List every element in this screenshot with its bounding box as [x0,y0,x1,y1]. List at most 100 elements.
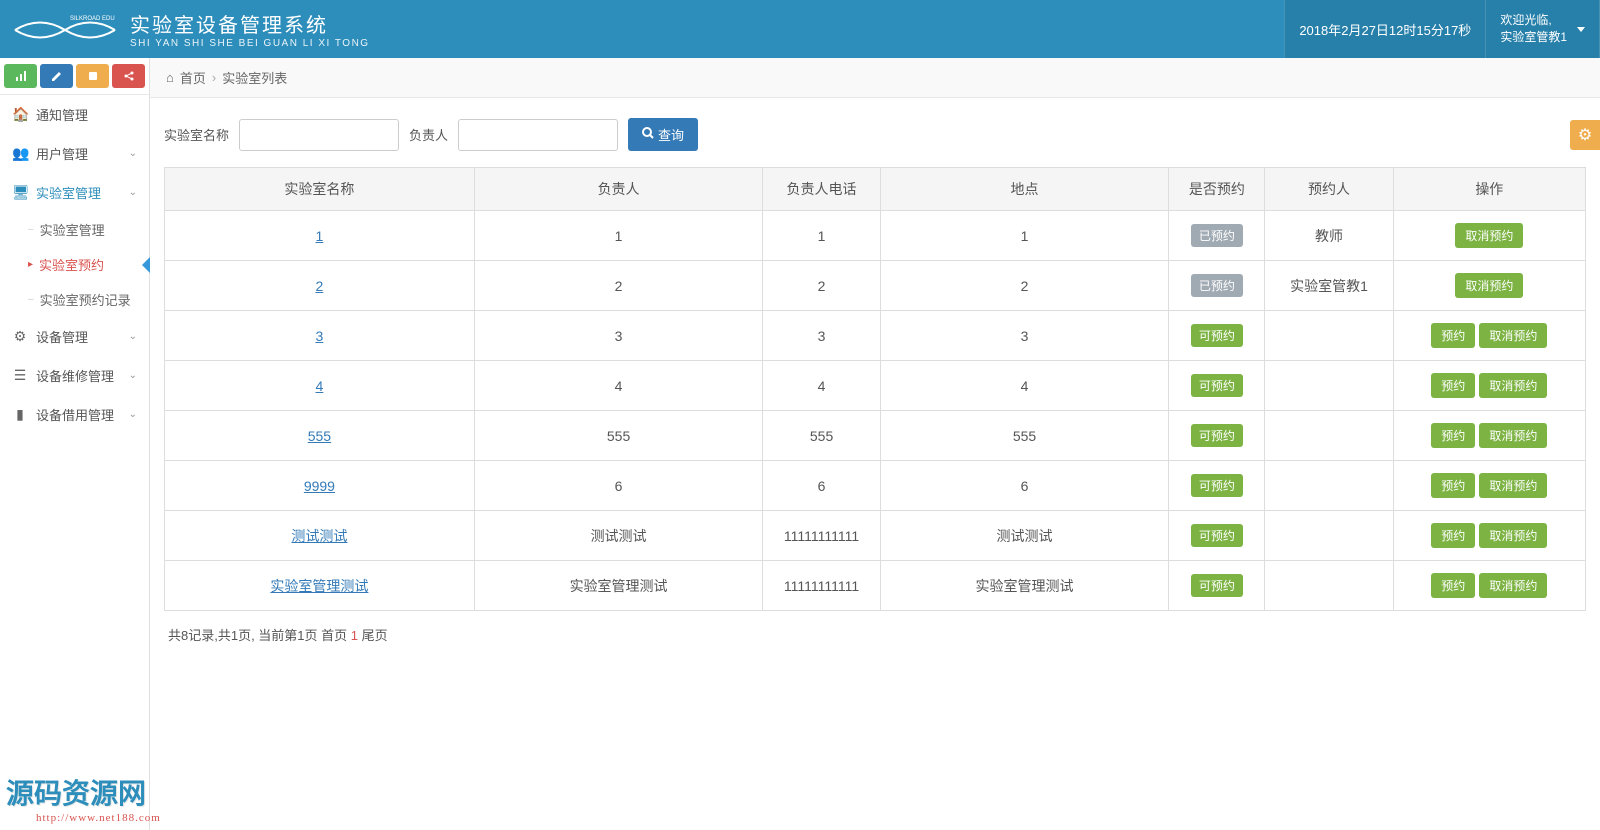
nav-label: 设备借用管理 [36,405,121,424]
nav-item-3[interactable]: ⚙设备管理⌄ [0,317,149,356]
nav-icon: 👥 [12,145,28,162]
quick-share-button[interactable] [112,64,145,88]
status-badge: 可预约 [1191,424,1243,447]
cell-phone: 11111111111 [763,511,881,561]
dash-icon: – [28,224,34,235]
status-badge: 可预约 [1191,374,1243,397]
chevron-down-icon [1577,27,1585,32]
status-badge: 已预约 [1191,274,1243,297]
lab-name-input[interactable] [239,119,399,151]
app-subtitle: SHI YAN SHI SHE BEI GUAN LI XI TONG [130,38,370,49]
cell-person: 1 [474,211,762,261]
cell-location: 555 [880,411,1168,461]
pagination: 共8记录,共1页, 当前第1页 首页 1 尾页 [164,611,1586,658]
nav-label: 通知管理 [36,105,137,124]
table-row: 2 2 2 2 已预约 实验室管教1 取消预约 [165,261,1586,311]
cancel-reserve-button[interactable]: 取消预约 [1455,223,1523,248]
col-header: 实验室名称 [165,168,475,211]
cell-location: 4 [880,361,1168,411]
quick-buttons [0,58,149,95]
lab-name-link[interactable]: 1 [316,228,324,244]
cancel-reserve-button[interactable]: 取消预约 [1455,273,1523,298]
col-header: 操作 [1393,168,1585,211]
cell-reserver: 实验室管教1 [1265,261,1393,311]
cell-reserver [1265,461,1393,511]
cell-phone: 2 [763,261,881,311]
chevron-down-icon: ⌄ [129,148,137,159]
query-button[interactable]: 查询 [628,118,698,151]
top-header: SILKROAD EDU 实验室设备管理系统 SHI YAN SHI SHE B… [0,0,1600,58]
col-header: 预约人 [1265,168,1393,211]
lab-name-link[interactable]: 测试测试 [291,528,347,544]
table-row: 1 1 1 1 已预约 教师 取消预约 [165,211,1586,261]
reserve-button[interactable]: 预约 [1431,473,1475,498]
cell-reserver [1265,411,1393,461]
reserve-button[interactable]: 预约 [1431,573,1475,598]
nav-item-4[interactable]: ☰设备维修管理⌄ [0,356,149,395]
cell-location: 3 [880,311,1168,361]
username-text: 实验室管教1 [1500,29,1567,46]
lab-name-link[interactable]: 3 [316,328,324,344]
quick-stats-button[interactable] [4,64,37,88]
nav-label: 用户管理 [36,144,121,163]
col-header: 负责人 [474,168,762,211]
cancel-reserve-button[interactable]: 取消预约 [1479,373,1547,398]
reserve-button[interactable]: 预约 [1431,373,1475,398]
breadcrumb-separator: › [212,70,216,85]
nav-icon: ▮ [12,406,28,423]
cancel-reserve-button[interactable]: 取消预约 [1479,423,1547,448]
cell-location: 测试测试 [880,511,1168,561]
cell-person: 2 [474,261,762,311]
lab-name-link[interactable]: 实验室管理测试 [270,578,368,594]
nav-sub-item-2-0[interactable]: –实验室管理 [0,212,149,247]
status-badge: 可预约 [1191,524,1243,547]
cancel-reserve-button[interactable]: 取消预约 [1479,523,1547,548]
cell-phone: 6 [763,461,881,511]
settings-gear-button[interactable]: ⚙ [1570,120,1600,150]
lab-name-link[interactable]: 4 [316,378,324,394]
cancel-reserve-button[interactable]: 取消预约 [1479,323,1547,348]
lab-name-link[interactable]: 555 [308,428,331,444]
breadcrumb-home[interactable]: 首页 [180,68,206,87]
nav-sub-item-2-2[interactable]: –实验室预约记录 [0,282,149,317]
chevron-down-icon: ⌄ [129,370,137,381]
lab-name-link[interactable]: 2 [316,278,324,294]
cell-phone: 3 [763,311,881,361]
quick-user-button[interactable] [76,64,109,88]
lab-name-link[interactable]: 9999 [304,478,335,494]
nav-icon: 🖥 [12,184,28,201]
cancel-reserve-button[interactable]: 取消预约 [1479,573,1547,598]
cell-location: 实验室管理测试 [880,561,1168,611]
cancel-reserve-button[interactable]: 取消预约 [1479,473,1547,498]
reserve-button[interactable]: 预约 [1431,323,1475,348]
cell-person: 测试测试 [474,511,762,561]
user-menu[interactable]: 欢迎光临, 实验室管教1 [1486,0,1600,58]
logo-area: SILKROAD EDU 实验室设备管理系统 SHI YAN SHI SHE B… [10,9,370,49]
nav-item-5[interactable]: ▮设备借用管理⌄ [0,395,149,434]
nav-icon: 🏠 [12,106,28,123]
nav-item-0[interactable]: 🏠 通知管理 [0,95,149,134]
cell-person: 6 [474,461,762,511]
table-row: 9999 6 6 6 可预约 预约取消预约 [165,461,1586,511]
cell-location: 1 [880,211,1168,261]
table-row: 测试测试 测试测试 11111111111 测试测试 可预约 预约取消预约 [165,511,1586,561]
reserve-button[interactable]: 预约 [1431,423,1475,448]
person-input[interactable] [458,119,618,151]
reserve-button[interactable]: 预约 [1431,523,1475,548]
cell-reserver [1265,361,1393,411]
logo-icon: SILKROAD EDU [10,10,120,48]
filter-label-person: 负责人 [409,125,448,144]
quick-edit-button[interactable] [40,64,73,88]
table-row: 555 555 555 555 可预约 预约取消预约 [165,411,1586,461]
dash-icon: – [28,294,34,305]
nav-sub-item-2-1[interactable]: ▸实验室预约 [0,247,149,282]
col-header: 是否预约 [1169,168,1265,211]
cell-phone: 1 [763,211,881,261]
nav-item-1[interactable]: 👥 用户管理 ⌄ [0,134,149,173]
nav-label: 实验室管理 [36,183,121,202]
cell-location: 2 [880,261,1168,311]
cell-reserver [1265,511,1393,561]
gear-icon: ⚙ [1578,125,1592,145]
nav-item-2[interactable]: 🖥实验室管理⌄ [0,173,149,212]
nav-icon: ☰ [12,367,28,384]
